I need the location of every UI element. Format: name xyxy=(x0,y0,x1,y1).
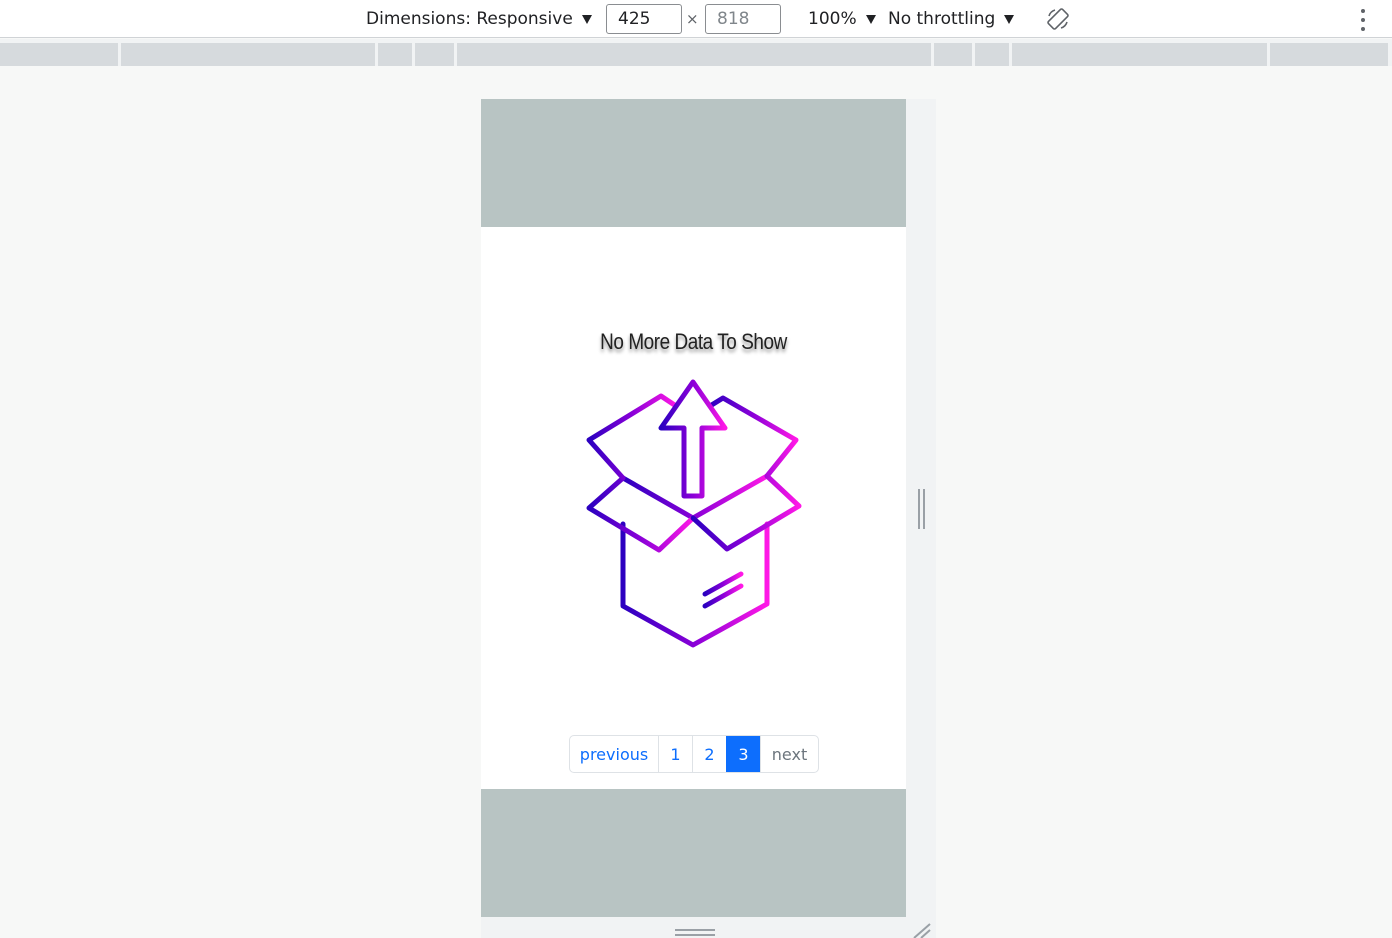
media-query-segment[interactable] xyxy=(121,43,375,66)
top-banner xyxy=(481,99,906,227)
corner-resize-icon[interactable] xyxy=(912,922,932,938)
device-viewport: No More Data To Show previous 1 2 3 next xyxy=(481,99,906,917)
bottom-resize-handle[interactable] xyxy=(675,929,715,938)
media-query-segment[interactable] xyxy=(378,43,412,66)
dimensions-dropdown[interactable]: Dimensions: Responsive xyxy=(366,0,592,38)
media-query-segment[interactable] xyxy=(1012,43,1267,66)
media-query-segment[interactable] xyxy=(934,43,972,66)
times-sign: × xyxy=(686,10,699,28)
throttling-dropdown[interactable]: No throttling xyxy=(888,0,1015,38)
media-query-segment[interactable] xyxy=(975,43,1009,66)
empty-state-message: No More Data To Show xyxy=(600,329,787,354)
media-query-segment[interactable] xyxy=(457,43,931,66)
page-1-button[interactable]: 1 xyxy=(658,736,692,772)
device-toolbar: Dimensions: Responsive 425 × 818 100% No… xyxy=(0,0,1392,38)
next-page-button: next xyxy=(760,736,818,772)
chevron-down-icon xyxy=(581,14,592,24)
pagination: previous 1 2 3 next xyxy=(569,735,819,773)
page-3-button[interactable]: 3 xyxy=(726,736,760,772)
chevron-down-icon xyxy=(865,14,876,24)
media-query-bar xyxy=(0,39,1392,66)
zoom-label: 100% xyxy=(808,9,857,29)
bottom-banner xyxy=(481,789,906,917)
dimensions-label: Dimensions: Responsive xyxy=(366,9,573,29)
right-resize-handle[interactable] xyxy=(917,489,926,529)
media-query-segment[interactable] xyxy=(0,43,118,66)
throttling-label: No throttling xyxy=(888,9,996,29)
page-2-button[interactable]: 2 xyxy=(692,736,726,772)
height-input[interactable]: 818 xyxy=(705,4,781,34)
rotate-icon[interactable] xyxy=(1046,7,1070,31)
width-input[interactable]: 425 xyxy=(606,4,682,34)
open-box-arrow-icon xyxy=(586,379,802,648)
previous-page-button[interactable]: previous xyxy=(570,736,658,772)
more-vert-icon[interactable] xyxy=(1357,9,1369,31)
zoom-dropdown[interactable]: 100% xyxy=(808,0,876,38)
media-query-segment[interactable] xyxy=(1270,43,1388,66)
chevron-down-icon xyxy=(1004,14,1015,24)
media-query-segment[interactable] xyxy=(415,43,454,66)
